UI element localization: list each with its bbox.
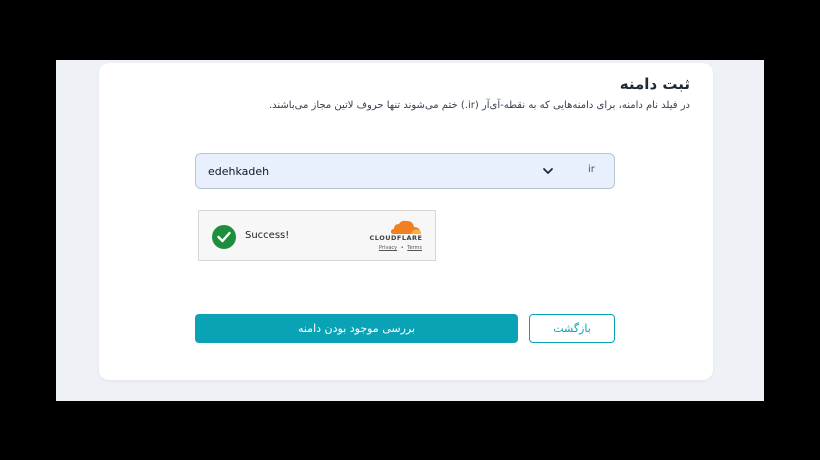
privacy-link[interactable]: Privacy bbox=[379, 245, 397, 251]
captcha-links: Privacy • Terms bbox=[379, 245, 422, 251]
domain-name-input[interactable] bbox=[208, 163, 508, 179]
domain-registration-card: ثبت دامنه در فیلد نام دامنه، برای دامنه‌… bbox=[99, 63, 713, 380]
tld-select[interactable]: ir bbox=[536, 154, 616, 188]
cloudflare-logo: CLOUDFLARE Privacy • Terms bbox=[365, 219, 427, 255]
page-title: ثبت دامنه bbox=[619, 75, 690, 93]
cloudflare-turnstile-widget[interactable]: Success! CLOUDFLARE Privacy • Terms bbox=[198, 210, 436, 261]
page-description: در فیلد نام دامنه، برای دامنه‌هایی که به… bbox=[268, 100, 690, 111]
chevron-down-icon bbox=[543, 168, 553, 174]
cloudflare-cloud-icon bbox=[391, 220, 421, 234]
terms-link[interactable]: Terms bbox=[407, 245, 422, 251]
link-separator: • bbox=[400, 245, 404, 251]
check-icon bbox=[212, 225, 236, 249]
domain-field-group: ir bbox=[195, 153, 615, 189]
back-button[interactable]: بازگشت bbox=[529, 314, 615, 343]
captcha-status-text: Success! bbox=[245, 230, 290, 241]
tld-value: ir bbox=[588, 164, 595, 175]
cloudflare-wordmark: CLOUDFLARE bbox=[369, 234, 423, 242]
check-availability-button[interactable]: بررسی موجود بودن دامنه bbox=[195, 314, 518, 343]
